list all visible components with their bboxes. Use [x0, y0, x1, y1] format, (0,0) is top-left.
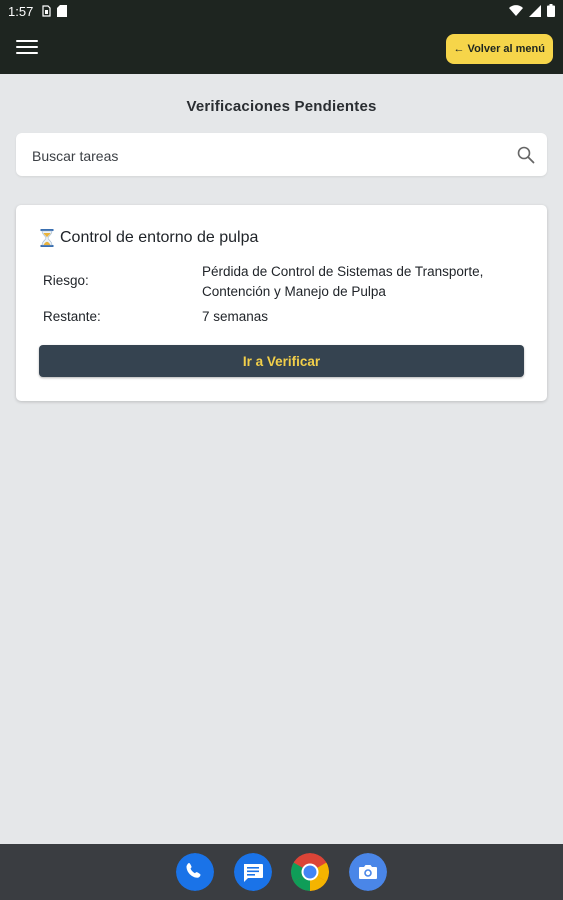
messages-icon[interactable]	[234, 853, 272, 891]
page-title: Verificaciones Pendientes	[186, 98, 377, 115]
go-verify-label: Ir a Verificar	[242, 353, 321, 369]
battery-icon	[547, 4, 555, 17]
status-time: 1:57	[8, 4, 34, 19]
back-to-menu-button[interactable]: ← Volver al menú	[445, 34, 553, 64]
task-card: Control de entorno de pulpa Riesgo: Pérd…	[16, 205, 547, 401]
wifi-icon	[509, 4, 523, 16]
sd-card-icon	[57, 5, 67, 17]
phone-icon[interactable]	[176, 853, 214, 891]
task-title-row: Control de entorno de pulpa	[40, 229, 258, 247]
signal-icon	[529, 4, 541, 17]
chrome-icon[interactable]	[291, 853, 329, 891]
search-input[interactable]	[30, 133, 504, 178]
risk-value: Pérdida de Control de Sistemas de Transp…	[202, 264, 484, 299]
risk-label: Riesgo:	[43, 273, 89, 288]
hourglass-icon	[40, 229, 54, 247]
system-dock	[0, 844, 563, 900]
remaining-value: 7 semanas	[202, 309, 269, 324]
task-title: Control de entorno de pulpa	[60, 229, 259, 246]
hamburger-icon[interactable]	[16, 40, 38, 58]
search-box[interactable]	[16, 133, 547, 178]
back-to-menu-label: ← Volver al menú	[453, 43, 546, 55]
app-bar: ← Volver al menú	[0, 24, 563, 74]
remaining-label: Restante:	[43, 309, 101, 324]
go-verify-button[interactable]: Ir a Verificar	[39, 345, 524, 377]
sim-icon	[42, 5, 51, 17]
search-icon[interactable]	[517, 146, 535, 164]
status-bar: 1:57	[0, 0, 563, 24]
camera-icon[interactable]	[349, 853, 387, 891]
